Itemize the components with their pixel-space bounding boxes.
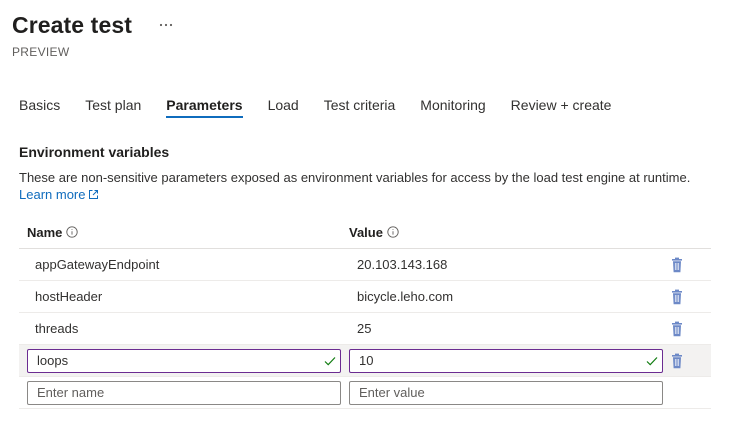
variable-value: 25 [357, 321, 372, 336]
wizard-tabs: Basics Test plan Parameters Load Test cr… [19, 94, 636, 124]
more-horizontal-icon[interactable] [156, 15, 176, 35]
trash-icon[interactable] [669, 353, 685, 369]
name-placeholder: Enter name [37, 385, 105, 400]
trash-icon[interactable] [669, 257, 685, 273]
variable-name: threads [35, 321, 79, 336]
env-variables-grid: Name Value appGatewayEndpoint 20.103.143… [19, 216, 711, 409]
table-row-new: Enter name Enter value [19, 377, 711, 409]
tab-test-criteria[interactable]: Test criteria [324, 94, 396, 124]
trash-icon[interactable] [669, 289, 685, 305]
checkmark-icon [324, 357, 336, 366]
tab-load[interactable]: Load [268, 94, 299, 124]
learn-more-label: Learn more [19, 187, 86, 202]
variable-value: 20.103.143.168 [357, 257, 448, 272]
page-subtitle: PREVIEW [12, 45, 70, 59]
tab-monitoring[interactable]: Monitoring [420, 94, 485, 124]
variable-value-input[interactable]: 10 [349, 349, 663, 373]
tab-test-plan[interactable]: Test plan [85, 94, 141, 124]
variable-value: bicycle.leho.com [357, 289, 454, 304]
new-variable-value-input[interactable]: Enter value [349, 381, 663, 405]
description-text: These are non-sensitive parameters expos… [19, 170, 691, 185]
column-header-name: Name [27, 224, 79, 240]
tab-parameters[interactable]: Parameters [166, 94, 243, 124]
column-header-value: Value [349, 225, 399, 240]
section-title: Environment variables [19, 144, 170, 160]
variable-name-input[interactable]: loops [27, 349, 341, 373]
page-title: Create test [12, 12, 132, 38]
table-row: threads 25 [19, 313, 711, 345]
table-row-editing: loops 10 [19, 345, 711, 377]
info-icon[interactable] [66, 226, 79, 238]
variable-name-input-value: loops [37, 353, 69, 368]
external-link-icon [89, 190, 99, 199]
tab-review-create[interactable]: Review + create [511, 94, 612, 124]
column-name-label: Name [27, 224, 63, 240]
variable-name: hostHeader [35, 289, 103, 304]
table-row: hostHeader bicycle.leho.com [19, 281, 711, 313]
page-header: Create test PREVIEW [12, 11, 176, 59]
variable-value-input-value: 10 [359, 353, 374, 368]
new-variable-name-input[interactable]: Enter name [27, 381, 341, 405]
column-value-label: Value [349, 224, 383, 240]
value-placeholder: Enter value [359, 385, 425, 400]
trash-icon[interactable] [669, 321, 685, 337]
tab-basics[interactable]: Basics [19, 94, 60, 124]
table-row: appGatewayEndpoint 20.103.143.168 [19, 249, 711, 281]
checkmark-icon [646, 357, 658, 366]
grid-header: Name Value [19, 216, 711, 249]
learn-more-link[interactable]: Learn more [19, 186, 99, 203]
variable-name: appGatewayEndpoint [35, 257, 160, 272]
info-icon[interactable] [387, 226, 399, 238]
environment-variables-section: Environment variables These are non-sens… [19, 144, 719, 203]
title-row: Create test [12, 11, 176, 39]
section-description: These are non-sensitive parameters expos… [19, 169, 719, 203]
